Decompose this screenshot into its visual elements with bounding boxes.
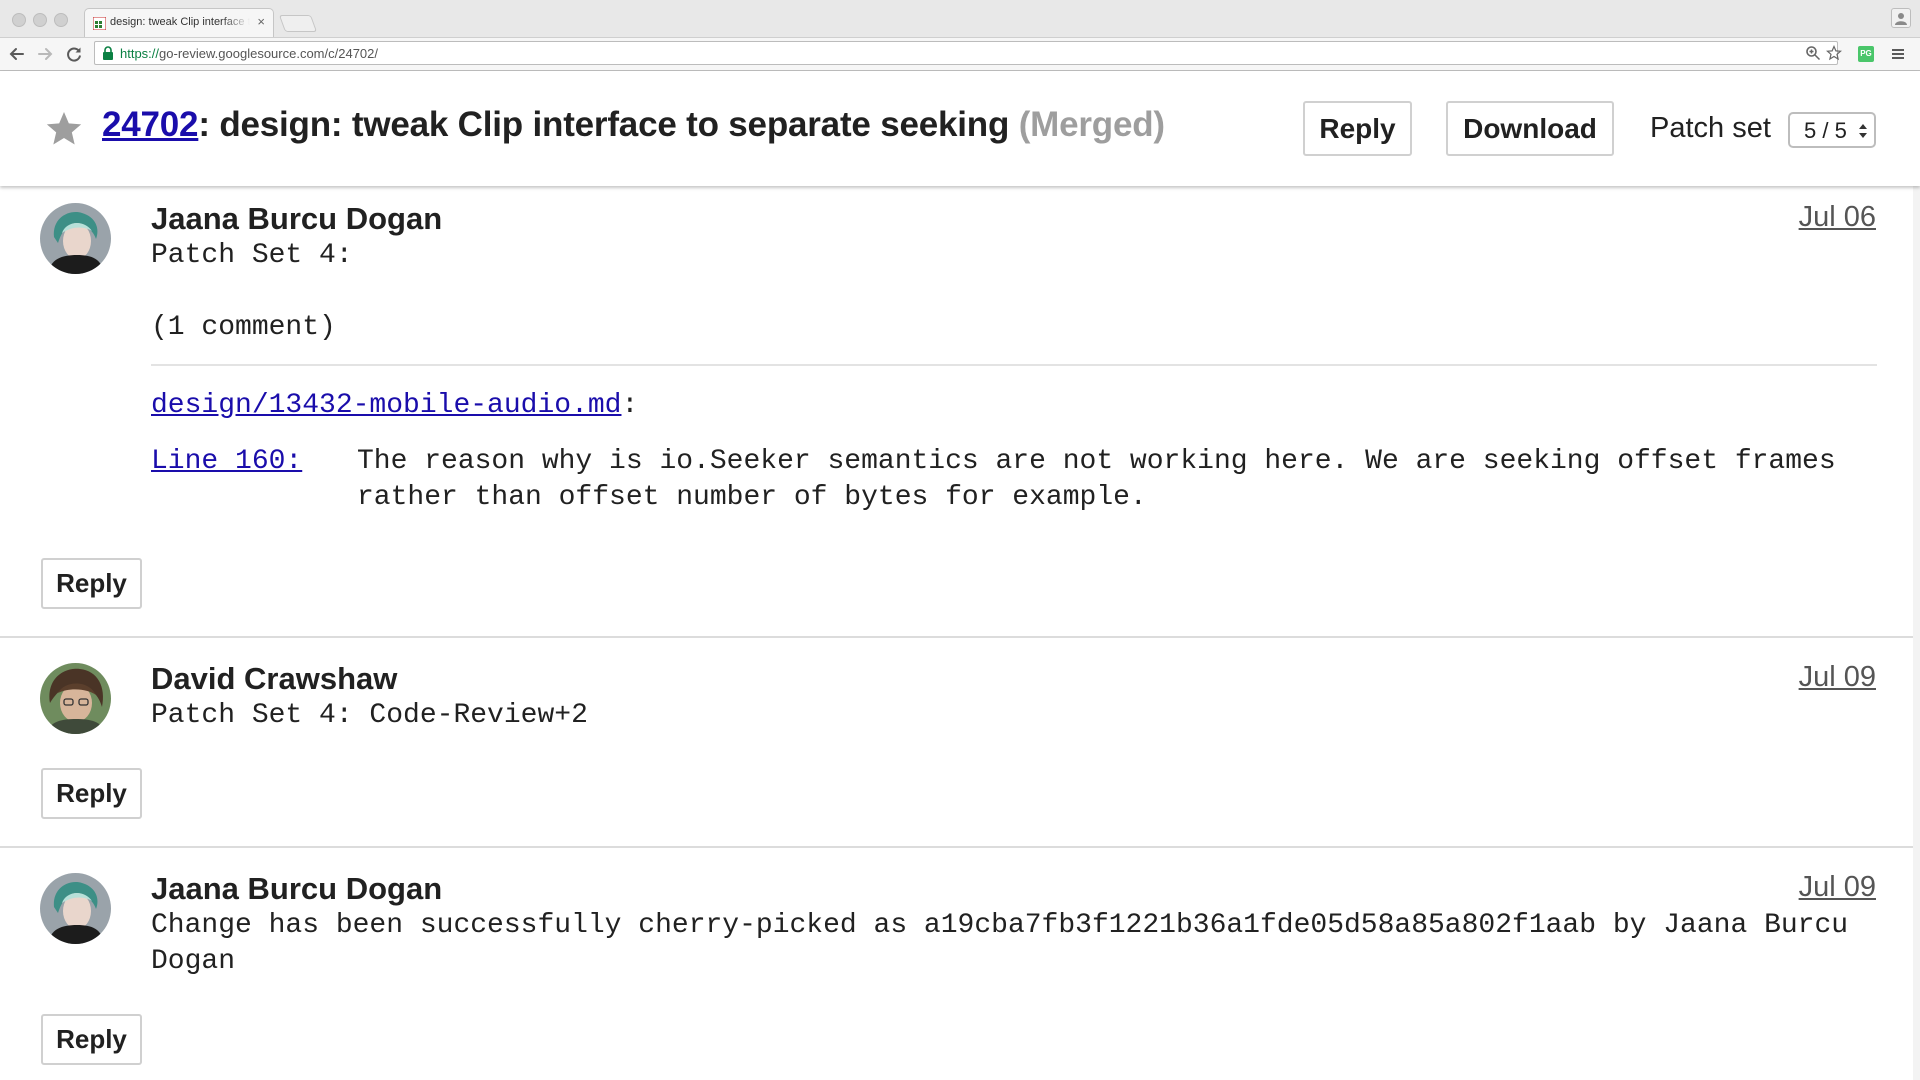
select-arrows-icon bbox=[1859, 124, 1867, 138]
download-button[interactable]: Download bbox=[1446, 101, 1614, 156]
bookmark-star-icon[interactable] bbox=[1826, 45, 1842, 61]
message-card: Jaana Burcu Dogan Jul 06 Patch Set 4: (1… bbox=[0, 186, 1920, 638]
extension-icon[interactable]: PG bbox=[1858, 46, 1874, 62]
message-reply-button[interactable]: Reply bbox=[41, 1014, 142, 1065]
new-tab-button[interactable] bbox=[278, 15, 318, 32]
tab-close-icon[interactable]: × bbox=[257, 15, 265, 29]
url-text: https://go-review.googlesource.com/c/247… bbox=[120, 46, 378, 61]
message-heading: Patch Set 4: Code-Review+2 bbox=[151, 700, 588, 731]
zoom-icon[interactable] bbox=[1805, 45, 1821, 61]
star-icon[interactable] bbox=[44, 109, 84, 149]
address-bar[interactable]: https://go-review.googlesource.com/c/247… bbox=[94, 41, 1842, 65]
file-path: design/13432-mobile-audio.md: bbox=[151, 390, 639, 421]
author-name: Jaana Burcu Dogan bbox=[151, 871, 443, 906]
change-title: 24702: design: tweak Clip interface to s… bbox=[102, 105, 1165, 144]
window-minimize-button[interactable] bbox=[33, 13, 47, 27]
profile-icon[interactable] bbox=[1891, 8, 1911, 28]
avatar[interactable] bbox=[40, 873, 111, 944]
gerrit-favicon-icon bbox=[93, 17, 106, 30]
avatar[interactable] bbox=[40, 203, 111, 274]
window-close-button[interactable] bbox=[12, 13, 26, 27]
back-arrow-icon[interactable] bbox=[6, 43, 28, 65]
page-scrollbar[interactable] bbox=[1913, 71, 1920, 1080]
browser-tabstrip: design: tweak Clip interface to separate… bbox=[0, 0, 1920, 38]
author-name: David Crawshaw bbox=[151, 661, 398, 696]
message-text: Change has been successfully cherry-pick… bbox=[151, 910, 1849, 977]
message-date-link[interactable]: Jul 09 bbox=[1799, 661, 1876, 694]
reload-icon[interactable] bbox=[63, 43, 85, 65]
comment-count: (1 comment) bbox=[151, 312, 336, 343]
author-name: Jaana Burcu Dogan bbox=[151, 201, 443, 236]
line-reference: Line 160: bbox=[151, 444, 302, 480]
message-reply-button[interactable]: Reply bbox=[41, 558, 142, 609]
change-status: (Merged) bbox=[1018, 105, 1165, 144]
reply-button[interactable]: Reply bbox=[1303, 101, 1412, 156]
window-zoom-button[interactable] bbox=[54, 13, 68, 27]
change-subject: design: tweak Clip interface to separate… bbox=[219, 105, 1010, 144]
tab-title: design: tweak Clip interface to separate… bbox=[110, 16, 250, 28]
forward-arrow-icon[interactable] bbox=[34, 43, 56, 65]
patchset-value: 5 / 5 bbox=[1804, 118, 1847, 143]
change-number-link[interactable]: 24702 bbox=[102, 105, 199, 144]
browser-toolbar: https://go-review.googlesource.com/c/247… bbox=[0, 38, 1920, 71]
message-date-link[interactable]: Jul 06 bbox=[1799, 201, 1876, 234]
patchset-label: Patch set bbox=[1650, 112, 1771, 144]
avatar[interactable] bbox=[40, 663, 111, 734]
line-link[interactable]: Line 160: bbox=[151, 446, 302, 477]
change-header: 24702: design: tweak Clip interface to s… bbox=[0, 71, 1920, 186]
message-card: David Crawshaw Jul 09 Patch Set 4: Code-… bbox=[0, 638, 1920, 848]
message-reply-button[interactable]: Reply bbox=[41, 768, 142, 819]
message-date-link[interactable]: Jul 09 bbox=[1799, 871, 1876, 904]
lock-icon bbox=[103, 46, 113, 60]
browser-menu-icon[interactable] bbox=[1891, 47, 1905, 61]
divider bbox=[151, 364, 1877, 366]
patchset-select[interactable]: 5 / 5 bbox=[1788, 112, 1876, 148]
inline-comment-text: The reason why is io.Seeker semantics ar… bbox=[357, 446, 1836, 513]
file-link[interactable]: design/13432-mobile-audio.md bbox=[151, 390, 621, 421]
message-heading: Patch Set 4: bbox=[151, 240, 353, 271]
message-card: Jaana Burcu Dogan Jul 09 Change has been… bbox=[0, 848, 1920, 1080]
browser-tab-active[interactable]: design: tweak Clip interface to separate… bbox=[84, 8, 274, 37]
